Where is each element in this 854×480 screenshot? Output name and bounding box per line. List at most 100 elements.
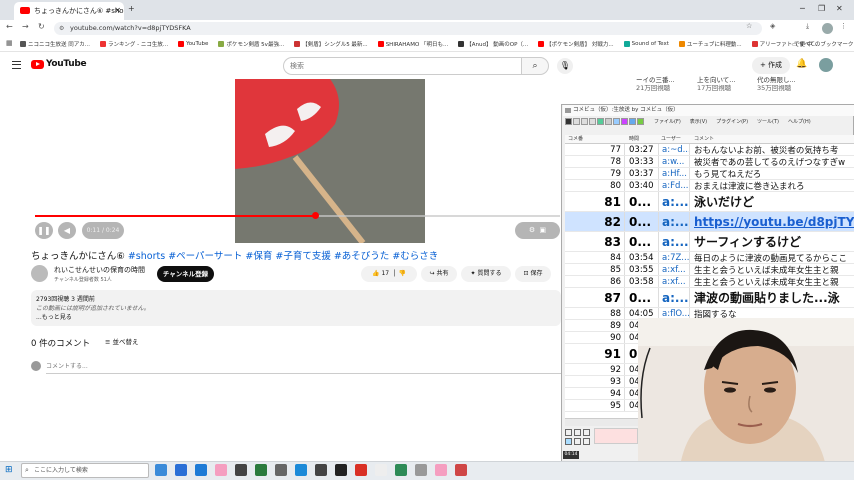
taskbar-app-icon[interactable] — [255, 464, 267, 476]
show-more-link[interactable]: ...もっと見る — [36, 312, 72, 321]
comment-user[interactable]: a:Hf... — [660, 168, 690, 179]
toolbar-button[interactable] — [621, 118, 628, 125]
site-info-icon[interactable]: ⚙ — [59, 22, 64, 35]
bookmark-item[interactable]: YouTube — [178, 38, 208, 50]
suggestion-card[interactable]: 上を向いて... 17万回視聴 — [697, 76, 747, 92]
comment-row[interactable]: 81 0... a:... 泳いだけど — [565, 192, 854, 212]
comment-user[interactable]: a:... — [660, 192, 690, 211]
voice-search-icon[interactable]: 🎙 — [557, 58, 573, 74]
comment-post-box[interactable] — [594, 428, 638, 444]
bookmark-item[interactable]: ニコニコ生放送 同アカ... — [20, 38, 90, 50]
taskbar-app-icon[interactable] — [455, 464, 467, 476]
comment-user[interactable]: a:Fd... — [660, 180, 690, 191]
comment-user[interactable]: a:... — [660, 288, 690, 307]
all-bookmarks-link[interactable]: ▭ すべてのブックマーク — [792, 40, 853, 48]
column-header-number[interactable]: コメ番 — [568, 135, 583, 144]
bookmark-item[interactable]: ポケモン剣盾 5v最強... — [218, 38, 284, 50]
comment-user[interactable]: a:w... — [660, 156, 690, 167]
taskbar-app-icon[interactable] — [415, 464, 427, 476]
bookmark-item[interactable]: Sound of Text — [623, 38, 669, 50]
comment-user[interactable]: a:xf... — [660, 264, 690, 275]
comment-user[interactable]: a:... — [660, 232, 690, 251]
sort-comments-button[interactable]: ≡ 並べ替え — [105, 336, 139, 346]
new-tab-button[interactable]: + — [128, 4, 135, 13]
menu-view[interactable]: 表示(V) — [690, 118, 707, 125]
restore-icon[interactable]: ❐ — [818, 4, 825, 13]
comment-row[interactable]: 78 03:33 a:w... 被災者であの芸してるのえげつなすぎw — [565, 156, 854, 168]
settings-icon[interactable]: ⚙ — [529, 226, 535, 234]
apps-grid-icon[interactable]: ▦ — [6, 39, 13, 47]
control-checkbox[interactable] — [583, 429, 590, 436]
comment-row[interactable]: 84 03:54 a:7Z... 毎日のように津波の動画見てるからここ — [565, 252, 854, 264]
channel-name[interactable]: れいこせんせいの保育の時間 — [54, 265, 145, 275]
taskbar-app-icon[interactable] — [295, 464, 307, 476]
toolbar-button[interactable] — [629, 118, 636, 125]
ask-question-button[interactable]: ✦ 質問する — [461, 266, 511, 282]
search-button[interactable]: ⌕ — [521, 57, 549, 75]
user-avatar[interactable] — [819, 58, 833, 72]
comment-row[interactable]: 79 03:37 a:Hf... もう見てねえだろ — [565, 168, 854, 180]
bookmark-item[interactable]: ユーチュブに料理動... — [678, 38, 742, 50]
comment-user[interactable]: a:7Z... — [660, 252, 690, 263]
browser-tab[interactable]: ちょっきんかにさん⑥ #shorts ✕ — [14, 2, 124, 20]
taskbar-app-icon[interactable] — [435, 464, 447, 476]
taskbar-app-icon[interactable] — [155, 464, 167, 476]
create-button[interactable]: + 作成 — [752, 57, 790, 74]
toolbar-button[interactable] — [605, 118, 612, 125]
download-icon[interactable]: ⤓ — [806, 22, 809, 31]
minimize-icon[interactable]: ─ — [800, 4, 805, 13]
share-button[interactable]: ↪ 共有 — [421, 266, 457, 282]
bookmark-star-icon[interactable]: ☆ — [746, 22, 752, 30]
control-button[interactable] — [565, 429, 572, 436]
window-close-icon[interactable]: ✕ — [836, 4, 843, 13]
like-button[interactable]: 👍 17 — [372, 270, 389, 277]
control-button[interactable] — [565, 438, 572, 445]
control-checkbox[interactable] — [574, 429, 581, 436]
back-icon[interactable]: ← — [6, 22, 13, 31]
comment-row[interactable]: 85 03:55 a:xf... 生主と会うといえば未成年女生主と親 — [565, 264, 854, 276]
comment-row[interactable]: 83 0... a:... サーフィンするけど — [565, 232, 854, 252]
tab-close-icon[interactable]: ✕ — [114, 2, 121, 20]
toolbar-button[interactable] — [573, 118, 580, 125]
toolbar-button[interactable] — [565, 118, 572, 125]
comment-user[interactable]: a:xf... — [660, 276, 690, 287]
subscribe-button[interactable]: チャンネル登録 — [157, 266, 214, 282]
menu-file[interactable]: ファイル(F) — [654, 118, 681, 125]
volume-icon[interactable]: ◀ — [58, 222, 76, 239]
comment-row[interactable]: 87 0... a:... 津波の動画貼りました...泳 — [565, 288, 854, 308]
taskbar-app-icon[interactable] — [275, 464, 287, 476]
taskbar-app-icon[interactable] — [375, 464, 387, 476]
control-checkbox[interactable] — [574, 438, 581, 445]
youtube-logo-icon[interactable] — [31, 60, 44, 69]
hamburger-menu-icon[interactable] — [12, 61, 21, 69]
taskbar-app-icon[interactable] — [235, 464, 247, 476]
player-tools[interactable]: ⚙ ▣ — [515, 222, 560, 239]
suggestion-card[interactable]: 代の無限し... 35万回視聴 — [757, 76, 807, 92]
column-header-time[interactable]: 時間 — [629, 135, 639, 144]
progress-scrubber[interactable] — [312, 212, 319, 219]
menu-help[interactable]: ヘルプ(H) — [788, 118, 811, 125]
column-header-comment[interactable]: コメント — [694, 135, 714, 144]
taskbar-app-icon[interactable] — [175, 464, 187, 476]
reload-icon[interactable]: ↻ — [38, 22, 45, 31]
save-button[interactable]: ⊡ 保存 — [515, 266, 551, 282]
thumbs-down-icon[interactable]: 👎 — [398, 270, 405, 277]
youtube-logo-text[interactable]: YouTube — [46, 59, 87, 69]
comment-user[interactable]: a:... — [660, 212, 690, 231]
menu-tools[interactable]: ツール(T) — [757, 118, 779, 125]
toolbar-button[interactable] — [637, 118, 644, 125]
miniplayer-icon[interactable]: ▣ — [540, 226, 547, 234]
search-input[interactable]: 検索 — [283, 57, 521, 75]
browser-menu-icon[interactable]: ⋮ — [840, 22, 847, 30]
notifications-bell-icon[interactable]: 🔔 — [796, 59, 807, 69]
toolbar-button[interactable] — [613, 118, 620, 125]
bookmark-item[interactable]: 【ポケモン剣盾】 対戦力... — [538, 38, 614, 50]
comment-user[interactable]: a:~d... — [660, 144, 690, 155]
taskbar-search-input[interactable]: ⌕ ここに入力して検索 — [21, 463, 149, 478]
windows-start-icon[interactable]: ⊞ — [5, 465, 13, 475]
comment-row[interactable]: 820...a:...https://youtu.be/d8pjTYDSFKA?… — [565, 212, 854, 232]
pause-icon[interactable]: ❚❚ — [35, 222, 53, 239]
column-header-user[interactable]: ユーザー — [661, 135, 681, 144]
bookmark-item[interactable]: 【剣盾】シングル5 最新... — [294, 38, 368, 50]
toolbar-button[interactable] — [597, 118, 604, 125]
